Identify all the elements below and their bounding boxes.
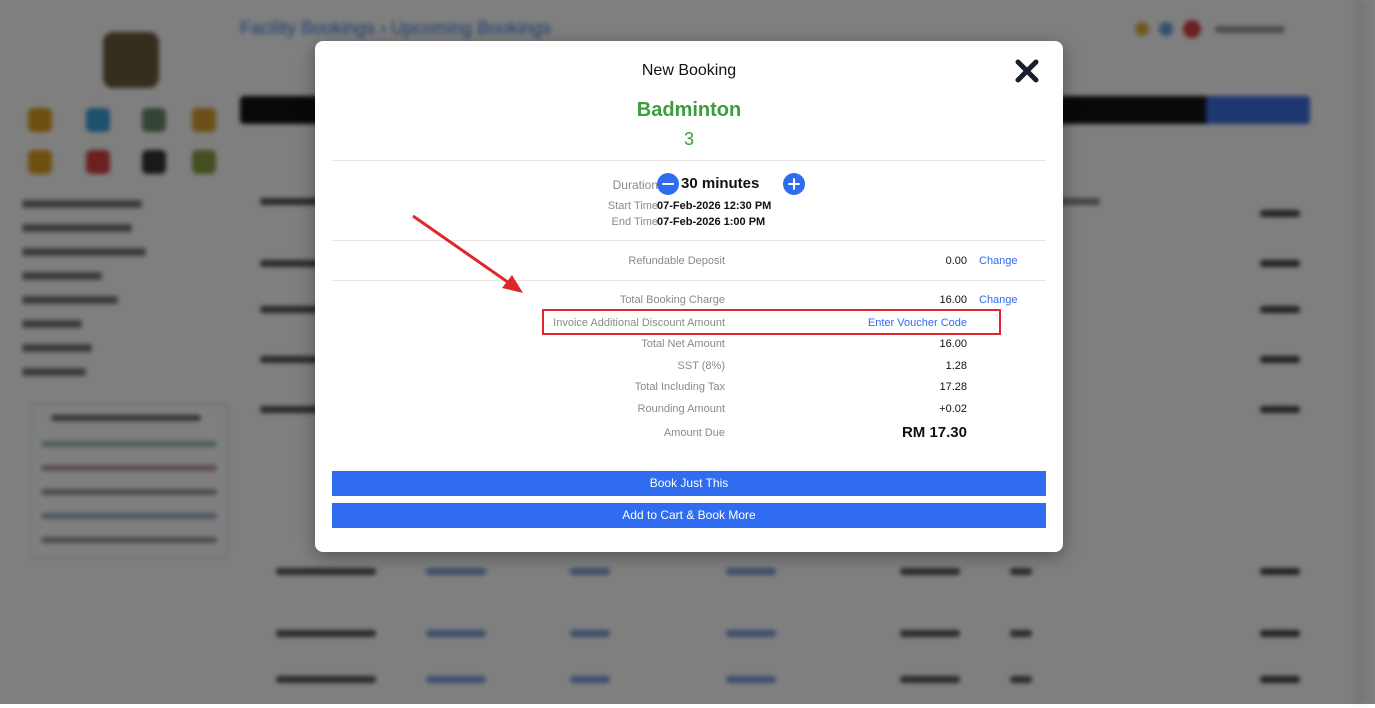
deposit-row: Refundable Deposit 0.00 Change [315, 255, 1063, 271]
duration-row: Duration 30 minutes [315, 172, 1063, 196]
new-booking-modal: New Booking Badminton 3 Duration 30 minu… [315, 41, 1063, 552]
amount-due-label: Amount Due [663, 427, 725, 439]
start-time-value: 07-Feb-2026 12:30 PM [657, 200, 772, 212]
amount-due-row: Amount Due RM 17.30 [315, 424, 1063, 443]
divider [332, 280, 1046, 281]
end-time-label: End Time [611, 216, 658, 228]
rounding-row: Rounding Amount +0.02 [315, 403, 1063, 419]
sst-row: SST (8%) 1.28 [315, 360, 1063, 376]
minus-circle-icon[interactable] [657, 173, 679, 195]
change-charge-link[interactable]: Change [979, 294, 1018, 306]
amount-due-value: RM 17.30 [901, 424, 967, 441]
change-deposit-link[interactable]: Change [979, 255, 1018, 267]
rounding-label: Rounding Amount [637, 403, 725, 415]
incl-tax-value: 17.28 [939, 381, 967, 393]
add-to-cart-button[interactable]: Add to Cart & Book More [332, 503, 1046, 528]
start-time-label: Start Time [607, 200, 658, 212]
booking-charge-label: Total Booking Charge [619, 294, 725, 306]
court-number: 3 [683, 129, 694, 149]
deposit-label: Refundable Deposit [628, 255, 725, 267]
divider [332, 240, 1046, 241]
rounding-value: +0.02 [939, 403, 967, 415]
plus-circle-icon[interactable] [783, 173, 805, 195]
duration-value: 30 minutes [681, 175, 760, 192]
net-amount-label: Total Net Amount [641, 338, 725, 350]
booking-charge-value: 16.00 [939, 294, 967, 306]
deposit-value: 0.00 [945, 255, 967, 267]
incl-tax-label: Total Including Tax [634, 381, 725, 393]
divider [332, 160, 1046, 161]
duration-label: Duration [612, 178, 658, 192]
net-amount-value: 16.00 [939, 338, 967, 350]
start-time-row: Start Time 07-Feb-2026 12:30 PM [315, 200, 1063, 214]
sst-value: 1.28 [945, 360, 967, 372]
incl-tax-row: Total Including Tax 17.28 [315, 381, 1063, 397]
sst-label: SST (8%) [677, 360, 725, 372]
end-time-value: 07-Feb-2026 1:00 PM [657, 216, 766, 228]
booking-charge-row: Total Booking Charge 16.00 Change [315, 294, 1063, 310]
close-icon[interactable] [1014, 58, 1040, 84]
modal-title: New Booking [641, 62, 737, 79]
sport-name: Badminton [636, 99, 742, 121]
book-just-this-button[interactable]: Book Just This [332, 471, 1046, 496]
net-amount-row: Total Net Amount 16.00 [315, 338, 1063, 354]
end-time-row: End Time 07-Feb-2026 1:00 PM [315, 216, 1063, 230]
highlight-box [542, 309, 1001, 335]
